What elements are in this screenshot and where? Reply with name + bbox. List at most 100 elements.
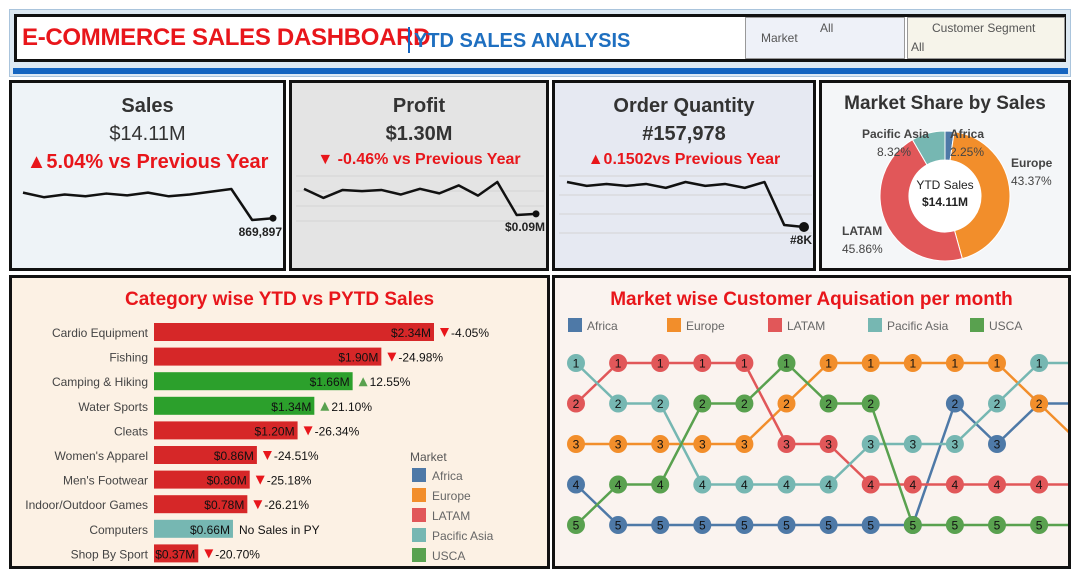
bump-rank-label: 5 <box>909 519 916 533</box>
legend-swatch-usca <box>412 548 426 562</box>
bar-change-label: -26.21% <box>264 498 309 512</box>
customer-segment-filter-value: All <box>911 40 925 54</box>
bump-rank-label: 3 <box>952 438 959 452</box>
bump-rank-label: 2 <box>573 397 580 411</box>
header-bar: E-COMMERCE SALES DASHBOARD YTD SALES ANA… <box>14 14 1066 62</box>
bar-category-label: Men's Footwear <box>63 474 148 488</box>
legend-swatch-pacific-asia <box>412 528 426 542</box>
legend-label: Pacific Asia <box>887 319 949 333</box>
legend-swatch-latam <box>768 318 782 332</box>
legend-label: Europe <box>432 489 471 503</box>
bar-category-label: Camping & Hiking <box>52 375 148 389</box>
bar-value-label: $1.34M <box>271 400 311 414</box>
sales-sparkline-line <box>22 187 274 222</box>
bar-value-label: $0.66M <box>190 523 230 537</box>
bump-line-pacific-asia <box>575 361 1068 486</box>
down-arrow-icon <box>387 352 397 362</box>
orders-sparkline: #8K <box>559 175 812 247</box>
legend-label: Europe <box>686 319 725 333</box>
bar-value-label: $0.78M <box>204 498 244 512</box>
bump-rank-label: 2 <box>825 397 832 411</box>
market-filter[interactable]: Market All <box>745 17 905 59</box>
donut-label-africa: Africa <box>950 127 984 141</box>
bump-rank-label: 4 <box>615 478 622 492</box>
title-separator <box>408 27 410 53</box>
market-share-donut: YTD Sales $14.11M Pacific Asia 8.32% Afr… <box>842 127 1053 262</box>
profit-sparkline-line <box>303 180 537 217</box>
up-arrow-icon <box>358 377 368 387</box>
bump-rank-label: 3 <box>783 438 790 452</box>
bar-change-label: -26.34% <box>315 424 360 438</box>
bump-rank-label: 1 <box>825 357 832 371</box>
bump-rank-label: 2 <box>952 397 959 411</box>
bump-rank-label: 5 <box>1036 519 1043 533</box>
customer-acquisition-card: Market wise Customer Aquisation per mont… <box>552 275 1071 569</box>
bump-rank-label: 3 <box>867 438 874 452</box>
bar-change-label: 12.55% <box>370 375 411 389</box>
legend-swatch-usca <box>970 318 984 332</box>
down-arrow-icon <box>253 500 263 510</box>
bar-change-label: No Sales in PY <box>239 523 320 537</box>
bump-rank-label: 2 <box>994 397 1001 411</box>
bar-value-label: $0.80M <box>207 474 247 488</box>
bump-rank-label: 2 <box>699 397 706 411</box>
legend-label: LATAM <box>432 509 470 523</box>
bar-value-label: $1.66M <box>310 375 350 389</box>
dashboard-title: E-COMMERCE SALES DASHBOARD <box>22 24 431 51</box>
dashboard-subtitle: YTD SALES ANALYSIS <box>414 30 631 52</box>
bump-rank-label: 2 <box>783 397 790 411</box>
donut-label-latam: LATAM <box>842 224 882 238</box>
orders-sparkline-end-label: #8K <box>790 233 812 247</box>
bump-rank-label: 4 <box>657 478 664 492</box>
bar-value-label: $1.20M <box>255 424 295 438</box>
bar-category-label: Indoor/Outdoor Games <box>25 498 148 512</box>
profit-kpi-card: Profit $1.30M ▼ -0.46% vs Previous Year … <box>289 80 549 271</box>
bump-rank-label: 5 <box>952 519 959 533</box>
bump-rank-label: 2 <box>657 397 664 411</box>
down-arrow-icon <box>303 426 313 436</box>
bump-rank-label: 1 <box>615 357 622 371</box>
bump-rank-label: 1 <box>952 357 959 371</box>
bump-rank-label: 4 <box>741 478 748 492</box>
down-arrow-icon <box>204 549 214 559</box>
legend-label: USCA <box>432 549 465 563</box>
legend-label: Africa <box>432 469 463 483</box>
donut-value-africa: 2.25% <box>950 145 984 159</box>
bump-rank-label: 1 <box>1036 357 1043 371</box>
customer-segment-filter[interactable]: Customer Segment All <box>907 17 1065 59</box>
sales-sparkline-end-point <box>269 214 277 222</box>
sales-sparkline: 869,897 <box>22 187 282 239</box>
bump-rank-label: 3 <box>994 438 1001 452</box>
legend-swatch-europe <box>412 488 426 502</box>
header-accent-bar <box>13 68 1068 74</box>
customer-acquisition-bump-chart: Africa Europe LATAM Pacific Asia USCA 4 5 5 5 5 5… <box>567 318 1068 534</box>
bar-category-label: Computers <box>89 523 148 537</box>
legend-swatch-africa <box>568 318 582 332</box>
bump-rank-label: 5 <box>783 519 790 533</box>
bump-rank-label: 1 <box>783 357 790 371</box>
bump-rank-label: 5 <box>615 519 622 533</box>
bump-rank-label: 1 <box>573 357 580 371</box>
legend-label: USCA <box>989 319 1022 333</box>
bump-rank-label: 3 <box>573 438 580 452</box>
market-filter-label: Market <box>761 31 798 45</box>
bump-rank-label: 2 <box>1036 397 1043 411</box>
bump-rank-label: 1 <box>909 357 916 371</box>
bar-legend-title: Market <box>410 450 447 464</box>
bump-rank-label: 2 <box>615 397 622 411</box>
bump-rank-label: 1 <box>994 357 1001 371</box>
donut-center-value: $14.11M <box>922 195 968 209</box>
down-arrow-icon <box>262 451 272 460</box>
bump-rank-label: 5 <box>573 519 580 533</box>
bump-rank-label: 2 <box>741 397 748 411</box>
donut-value-latam: 45.86% <box>842 242 883 256</box>
bump-rank-label: 1 <box>699 357 706 371</box>
legend-label: LATAM <box>787 319 825 333</box>
bar-change-label: -20.70% <box>215 547 260 561</box>
donut-value-europe: 43.37% <box>1011 174 1052 188</box>
bump-rank-label: 4 <box>699 478 706 492</box>
market-share-card: Market Share by Sales YTD Sales $14.11M … <box>819 80 1071 271</box>
sales-kpi-card: Sales $14.11M ▲5.04% vs Previous Year 86… <box>9 80 286 271</box>
bump-rank-label: 3 <box>741 438 748 452</box>
bump-rank-label: 5 <box>994 519 1001 533</box>
